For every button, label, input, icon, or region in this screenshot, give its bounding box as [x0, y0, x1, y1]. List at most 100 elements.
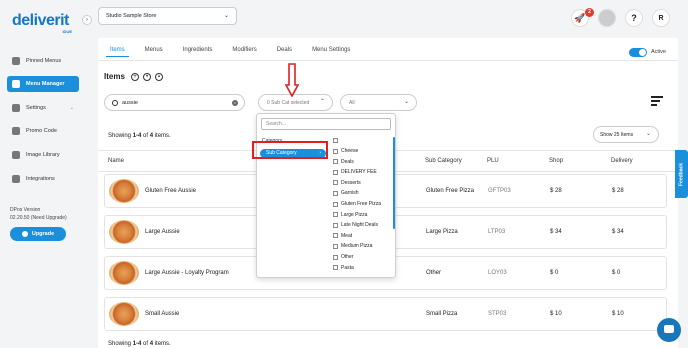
- sidebar-item-image-library[interactable]: Image Library: [7, 147, 79, 163]
- item-sub-category: Other: [426, 270, 442, 276]
- tab-menus[interactable]: Menus: [141, 44, 167, 57]
- highlight-box-annotation: [252, 141, 328, 159]
- delete-icon[interactable]: ▪: [155, 73, 163, 81]
- page-size-value: Show 25 Items: [600, 131, 634, 138]
- checkbox[interactable]: [333, 169, 338, 175]
- upgrade-button[interactable]: Upgrade: [10, 227, 66, 241]
- checkbox[interactable]: [333, 138, 338, 143]
- table-row[interactable]: Small Aussie Small Pizza STP03 $ 10 $ 10: [104, 297, 667, 331]
- sub-category-select-value: 0 Sub Cat selected: [267, 99, 310, 106]
- checkbox[interactable]: [333, 201, 338, 207]
- store-select[interactable]: Studio Sample Store ⌄: [98, 7, 237, 25]
- dropdown-search-input[interactable]: Search...: [261, 118, 391, 130]
- dropdown-option[interactable]: Gluten Free Pizza: [333, 201, 381, 207]
- sidebar-item-label: Image Library: [26, 152, 60, 158]
- option-label: Cheese: [341, 148, 359, 154]
- item-name: Small Aussie: [145, 311, 180, 317]
- checkbox[interactable]: [333, 190, 338, 196]
- pizza-thumbnail: [109, 261, 139, 285]
- dropdown-option[interactable]: Pasta: [333, 265, 354, 271]
- checkbox[interactable]: [333, 243, 338, 249]
- checkbox[interactable]: [333, 212, 338, 218]
- item-delivery-price: $ 0: [612, 270, 621, 276]
- tab-ingredients[interactable]: Ingredients: [179, 44, 217, 57]
- sidebar-item-menu-manager[interactable]: Menu Manager: [7, 76, 79, 92]
- sidebar-item-label: Menu Manager: [26, 81, 65, 87]
- brand-logo[interactable]: deliverit iDUE: [12, 12, 74, 36]
- item-name: Gluten Free Aussie: [145, 188, 197, 194]
- option-label: Desserts: [341, 179, 361, 186]
- dropdown-option[interactable]: Other: [333, 254, 354, 260]
- showing-prefix: Showing: [108, 133, 133, 139]
- image-icon: [12, 151, 20, 159]
- brand-sub: iDUE: [62, 29, 72, 34]
- checkbox[interactable]: [333, 222, 338, 228]
- checkbox[interactable]: [333, 159, 338, 165]
- item-plu: LOY03: [488, 270, 507, 276]
- dropdown-scrollbar[interactable]: [393, 137, 395, 229]
- sidebar-collapse-button[interactable]: ›: [82, 15, 92, 25]
- sidebar-item-promo-code[interactable]: Promo Code: [7, 123, 79, 139]
- item-delivery-price: $ 10: [612, 311, 624, 317]
- sort-icon[interactable]: [651, 96, 663, 108]
- sub-category-dropdown: Search... Category Sub Category › Cheese…: [256, 113, 396, 278]
- dropdown-option-all[interactable]: [333, 138, 341, 143]
- tab-menu-settings[interactable]: Menu Settings: [308, 44, 354, 57]
- help-button[interactable]: ?: [625, 9, 643, 27]
- dropdown-option[interactable]: Medium Pizza: [333, 243, 372, 249]
- add-item-icon[interactable]: +: [131, 73, 139, 81]
- showing-count-bottom: Showing 1-4 of 4 items.: [108, 341, 171, 347]
- status-select-value: All: [349, 99, 355, 106]
- dropdown-option[interactable]: Garnish: [333, 190, 359, 196]
- menu-icon: [12, 80, 20, 88]
- version-value: 02.20.50 (Need Upgrade): [10, 215, 67, 221]
- option-label: Deals: [341, 158, 354, 165]
- chevron-down-icon: ⌄: [645, 131, 651, 137]
- chevron-up-icon: ⌃: [319, 99, 325, 105]
- dropdown-option[interactable]: Deals: [333, 159, 354, 165]
- item-plu: GFTP03: [488, 188, 511, 194]
- dropdown-option[interactable]: Meat: [333, 233, 352, 239]
- dropdown-option[interactable]: DELIVERY FEE: [333, 169, 377, 175]
- feedback-tab[interactable]: Feedback: [675, 150, 688, 198]
- dropdown-option[interactable]: Large Pizza: [333, 212, 367, 218]
- showing-suffix: items.: [153, 133, 171, 139]
- upgrade-icon: [21, 231, 28, 237]
- checkbox[interactable]: [333, 254, 338, 260]
- column-header-sub-category: Sub Category: [425, 158, 462, 164]
- status-select[interactable]: All ⌄: [340, 94, 417, 111]
- checkbox[interactable]: [333, 180, 338, 186]
- dropdown-option[interactable]: Cheese: [333, 148, 358, 154]
- column-header-plu: PLU: [487, 158, 499, 164]
- sidebar-item-integrations[interactable]: Integrations: [7, 171, 79, 187]
- copy-icon[interactable]: •: [143, 73, 151, 81]
- tab-modifiers[interactable]: Modifiers: [228, 44, 260, 57]
- column-header-shop: Shop: [549, 158, 564, 164]
- clear-icon[interactable]: ×: [232, 100, 238, 106]
- chat-icon[interactable]: [657, 318, 681, 342]
- sidebar-item-settings[interactable]: Settings ⌄: [7, 100, 79, 116]
- tab-items[interactable]: Items: [106, 44, 129, 57]
- active-toggle[interactable]: [629, 48, 647, 57]
- dropdown-option[interactable]: Desserts: [333, 180, 361, 186]
- upgrade-label: Upgrade: [31, 231, 55, 237]
- sidebar-item-pinned-menus[interactable]: Pinned Menus: [7, 53, 79, 69]
- version-title: DPos Version: [10, 207, 41, 213]
- ticket-icon: [12, 127, 20, 135]
- item-delivery-price: $ 28: [612, 188, 624, 194]
- search-input[interactable]: aussie ×: [104, 94, 245, 111]
- tabs-divider: [98, 60, 678, 61]
- dropdown-option[interactable]: Late Night Deals: [333, 222, 378, 228]
- item-plu: STP03: [488, 311, 507, 317]
- item-shop-price: $ 28: [550, 188, 562, 194]
- tab-deals[interactable]: Deals: [273, 44, 296, 57]
- checkbox[interactable]: [333, 233, 338, 239]
- checkbox[interactable]: [333, 265, 338, 271]
- launch-icon[interactable]: [598, 9, 616, 27]
- checkbox[interactable]: [333, 148, 338, 154]
- user-avatar[interactable]: R: [652, 9, 670, 27]
- sidebar-item-label: Settings: [26, 105, 46, 111]
- pizza-thumbnail: [109, 302, 139, 326]
- page-size-select[interactable]: Show 25 Items ⌄: [593, 126, 659, 143]
- pizza-thumbnail: [109, 179, 139, 203]
